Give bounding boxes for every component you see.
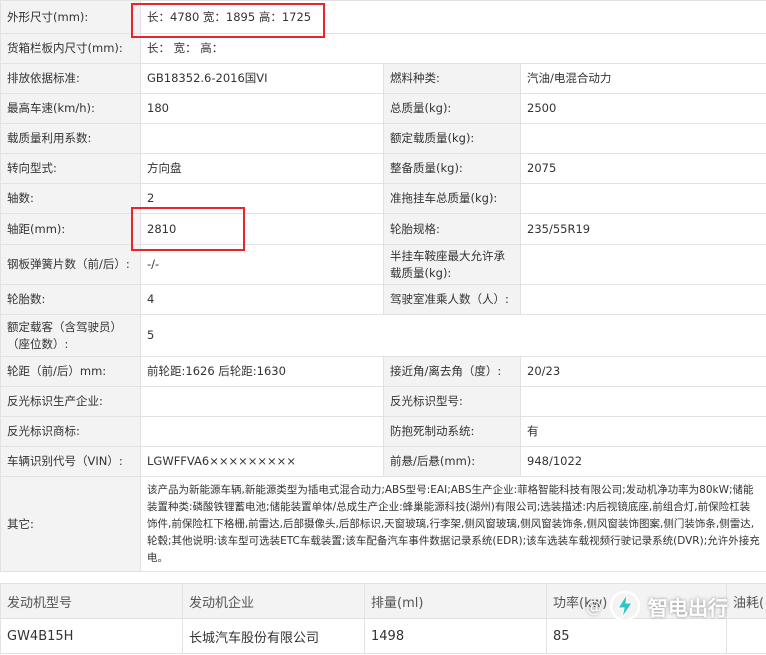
- emission-value: GB18352.6-2016国VI: [140, 63, 384, 94]
- reflect-brand-label: 反光标识商标:: [0, 416, 141, 447]
- row-tire-count: 轮胎数: 4 驾驶室准乘人数（人）:: [0, 284, 766, 315]
- angle-label: 接近角/离去角（度）:: [383, 356, 521, 387]
- other-label: 其它:: [0, 476, 141, 572]
- spring-label: 钢板弹簧片数（前/后）:: [0, 244, 141, 285]
- engine-maker: 长城汽车股份有限公司: [182, 618, 365, 654]
- rated-load-label: 额定载质量(kg):: [383, 123, 521, 154]
- row-load: 载质量利用系数: 额定载质量(kg):: [0, 123, 766, 154]
- engine-header-displacement: 排量(ml): [364, 583, 547, 619]
- tire-count-label: 轮胎数:: [0, 284, 141, 315]
- row-steering: 转向型式: 方向盘 整备质量(kg): 2075: [0, 153, 766, 184]
- curb-value: 2075: [519, 153, 766, 184]
- tire-count-value: 4: [140, 284, 384, 315]
- overhang-label: 前悬/后悬(mm):: [383, 446, 521, 477]
- reflect-maker-label: 反光标识生产企业:: [0, 386, 141, 417]
- reflect-maker-value: [140, 386, 384, 417]
- row-other: 其它: 该产品为新能源车辆,新能源类型为插电式混合动力;ABS型号:EAI;AB…: [0, 476, 766, 572]
- reflect-model-value: [519, 386, 766, 417]
- total-mass-value: 2500: [519, 93, 766, 124]
- engine-power: 85: [546, 618, 727, 654]
- watermark-brand: 智电出行: [648, 595, 728, 620]
- highlight-box-dimensions: [131, 3, 325, 38]
- engine-header-maker: 发动机企业: [182, 583, 365, 619]
- total-mass-label: 总质量(kg):: [383, 93, 521, 124]
- row-axles: 轴数: 2 准拖挂车总质量(kg):: [0, 183, 766, 214]
- row-vin: 车辆识别代号（VIN）: LGWFFVA6××××××××× 前悬/后悬(mm)…: [0, 446, 766, 477]
- steering-value: 方向盘: [140, 153, 384, 184]
- tire-label: 轮胎规格:: [383, 213, 521, 245]
- row-cargo: 货箱栏板内尺寸(mm): 长： 宽： 高：: [0, 33, 766, 64]
- emission-label: 排放依据标准:: [0, 63, 141, 94]
- row-spring: 钢板弹簧片数（前/后）: -/- 半挂车鞍座最大允许承载质量(kg):: [0, 244, 766, 285]
- overhang-value: 948/1022: [519, 446, 766, 477]
- spec-table: 外形尺寸(mm): 长：4780 宽：1895 高：1725 货箱栏板内尺寸(m…: [0, 0, 766, 572]
- dims-label: 外形尺寸(mm):: [0, 0, 141, 34]
- towing-value: [519, 183, 766, 214]
- engine-header-model: 发动机型号: [0, 583, 183, 619]
- abs-label: 防抱死制动系统:: [383, 416, 521, 447]
- engine-header-fuel: 油耗(: [726, 583, 766, 619]
- abs-value: 有: [519, 416, 766, 447]
- vin-value: LGWFFVA6×××××××××: [140, 446, 384, 477]
- curb-label: 整备质量(kg):: [383, 153, 521, 184]
- rated-load-value: [519, 123, 766, 154]
- engine-model: GW4B15H: [0, 618, 183, 654]
- reflect-brand-value: [140, 416, 384, 447]
- speed-label: 最高车速(km/h):: [0, 93, 141, 124]
- cargo-value: 长： 宽： 高：: [139, 33, 766, 64]
- load-util-label: 载质量利用系数:: [0, 123, 141, 154]
- row-reflect-brand: 反光标识商标: 防抱死制动系统: 有: [0, 416, 766, 447]
- row-seats: 额定载客（含驾驶员）（座位数）: 5: [0, 314, 766, 357]
- engine-displacement: 1498: [364, 618, 547, 654]
- speed-value: 180: [140, 93, 384, 124]
- fuel-label: 燃料种类:: [383, 63, 521, 94]
- wheelbase-label: 轴距(mm):: [0, 213, 141, 245]
- angle-value: 20/23: [519, 356, 766, 387]
- vin-label: 车辆识别代号（VIN）:: [0, 446, 141, 477]
- seats-label: 额定载客（含驾驶员）（座位数）:: [0, 314, 141, 357]
- row-reflect-maker: 反光标识生产企业: 反光标识型号:: [0, 386, 766, 417]
- reflect-model-label: 反光标识型号:: [383, 386, 521, 417]
- other-value: 该产品为新能源车辆,新能源类型为插电式混合动力;ABS型号:EAI;ABS生产企…: [139, 476, 766, 572]
- seats-value: 5: [139, 314, 766, 357]
- saddle-label: 半挂车鞍座最大允许承载质量(kg):: [383, 244, 521, 285]
- engine-data-row: GW4B15H 长城汽车股份有限公司 1498 85: [0, 618, 766, 654]
- cargo-label: 货箱栏板内尺寸(mm):: [0, 33, 141, 64]
- cab-label: 驾驶室准乘人数（人）:: [383, 284, 521, 315]
- row-track: 轮距（前/后）mm: 前轮距:1626 后轮距:1630 接近角/离去角（度）:…: [0, 356, 766, 387]
- saddle-value: [519, 244, 766, 285]
- row-emission: 排放依据标准: GB18352.6-2016国VI 燃料种类: 汽油/电混合动力: [0, 63, 766, 94]
- row-speed: 最高车速(km/h): 180 总质量(kg): 2500: [0, 93, 766, 124]
- row-wheelbase: 轴距(mm): 2810 轮胎规格: 235/55R19: [0, 213, 766, 245]
- watermark-at: @: [586, 596, 602, 616]
- tire-value: 235/55R19: [519, 213, 766, 245]
- row-dimensions: 外形尺寸(mm): 长：4780 宽：1895 高：1725: [0, 0, 766, 34]
- lightning-bolt-logo-icon: [609, 590, 641, 622]
- load-util-value: [140, 123, 384, 154]
- engine-fuel: [726, 618, 766, 654]
- watermark: @ 智电出行: [586, 590, 728, 622]
- fuel-value: 汽油/电混合动力: [519, 63, 766, 94]
- track-label: 轮距（前/后）mm:: [0, 356, 141, 387]
- steering-label: 转向型式:: [0, 153, 141, 184]
- track-value: 前轮距:1626 后轮距:1630: [140, 356, 384, 387]
- axles-label: 轴数:: [0, 183, 141, 214]
- cab-value: [519, 284, 766, 315]
- highlight-box-wheelbase: [131, 207, 245, 251]
- towing-label: 准拖挂车总质量(kg):: [383, 183, 521, 214]
